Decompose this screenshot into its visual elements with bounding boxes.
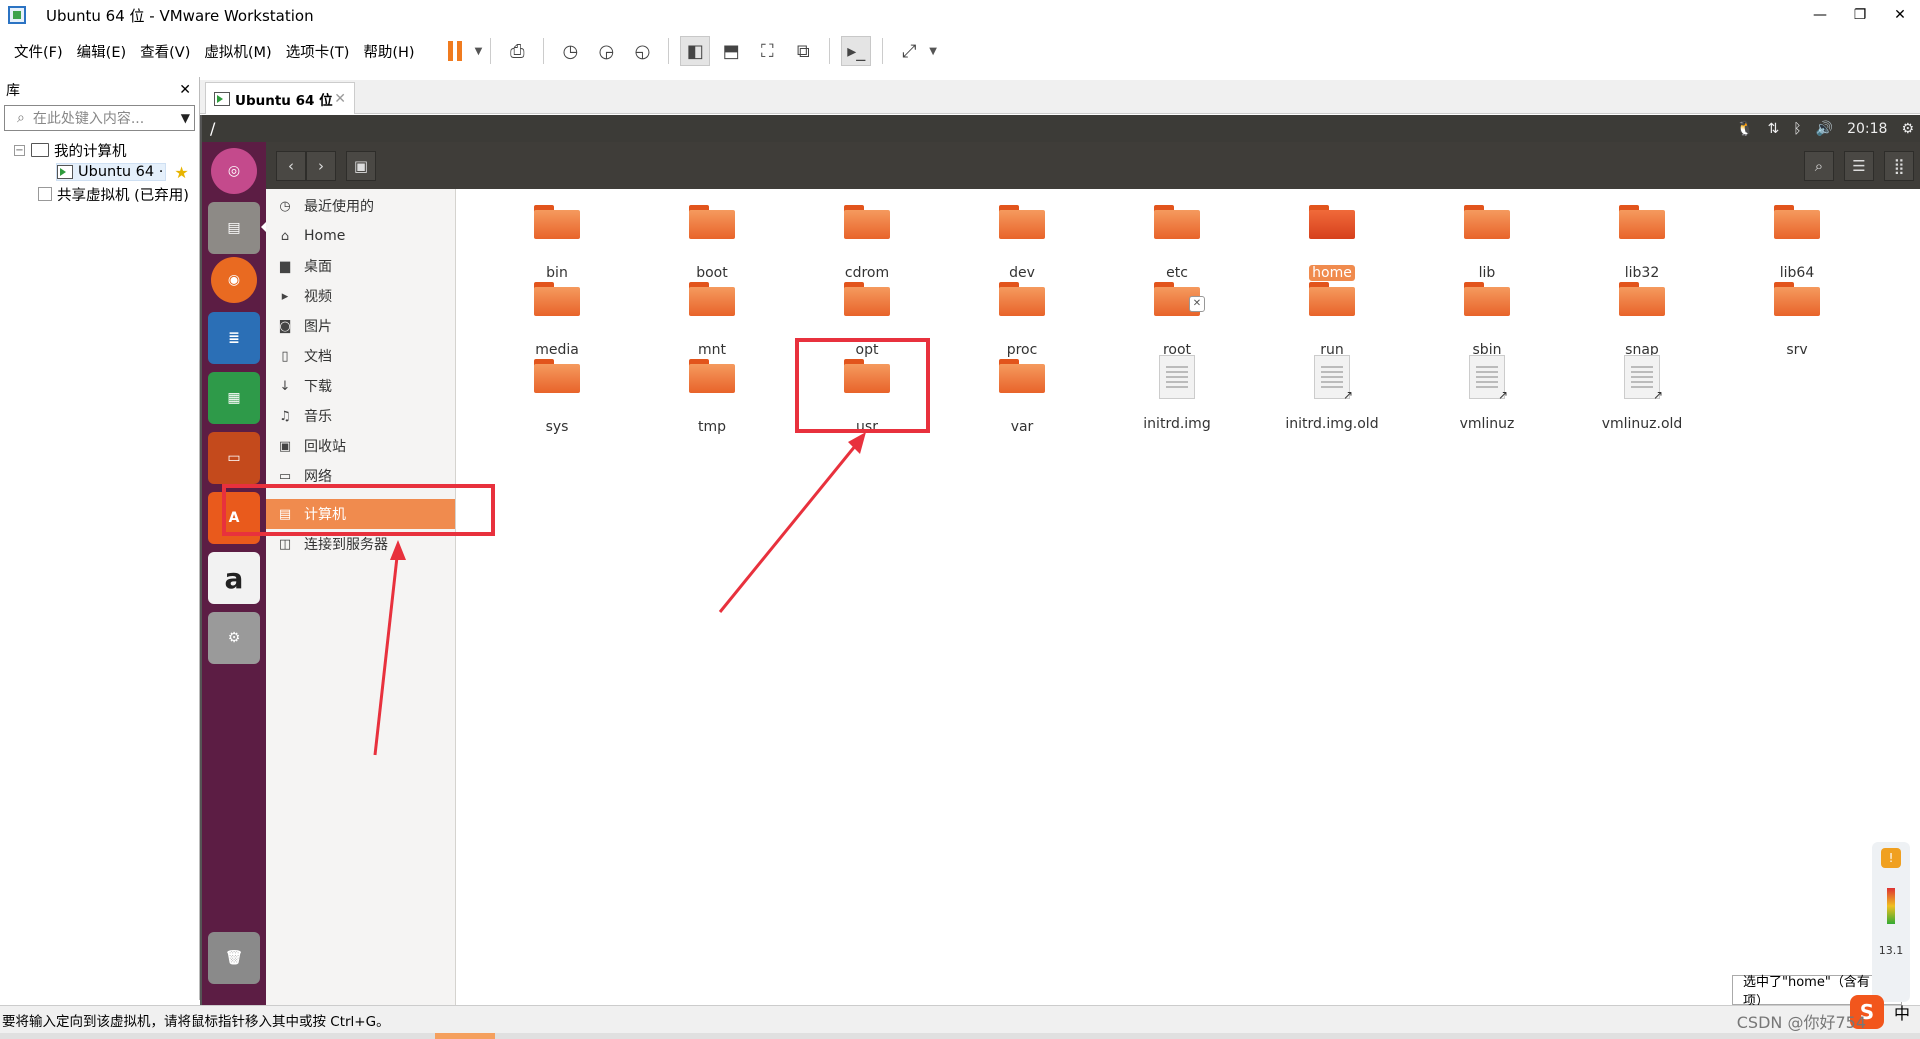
- ime-mode[interactable]: 中: [1894, 1000, 1910, 1024]
- status-text: 要将输入定向到该虚拟机，请将鼠标指针移入其中或按 Ctrl+G。: [2, 1013, 390, 1030]
- gauge-icon: [1887, 888, 1895, 924]
- vmware-statusbar: 要将输入定向到该虚拟机，请将鼠标指针移入其中或按 Ctrl+G。: [0, 1005, 1920, 1033]
- watermark: CSDN @你好754: [1736, 1013, 1866, 1032]
- annotation-arrows: [373, 432, 866, 756]
- progress-indicator: [435, 1033, 495, 1039]
- speed-value: 13.1: [1878, 944, 1904, 957]
- bottom-strip: [0, 1033, 1920, 1039]
- shield-icon: !: [1881, 848, 1901, 868]
- network-speed-widget[interactable]: ! 13.1: [1872, 842, 1910, 1002]
